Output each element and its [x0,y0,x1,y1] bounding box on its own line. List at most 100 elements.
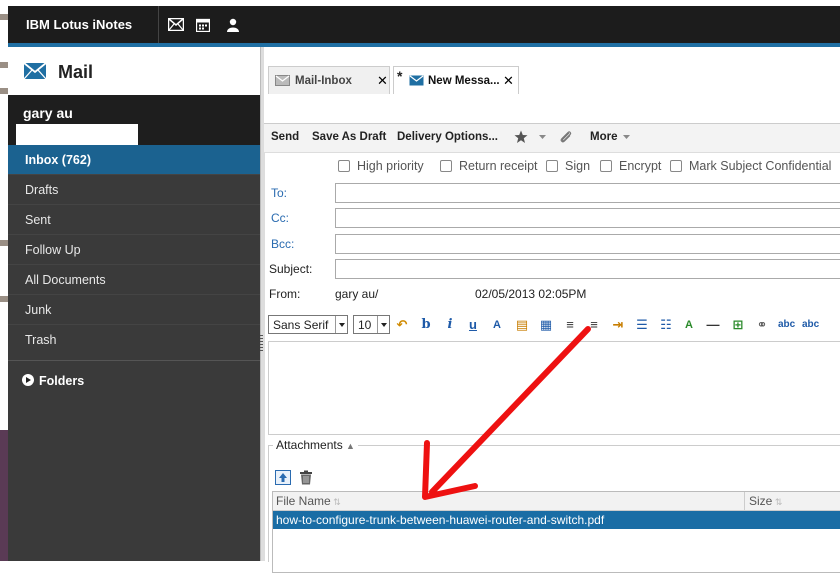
font-size-select[interactable]: 10 [353,315,390,334]
cc-label[interactable]: Cc: [271,211,289,225]
attachments-fieldset: Attachments ▲ File Name ⇅ Size ⇅ how-to-… [268,438,840,573]
sort-icon: ⇅ [330,497,341,507]
desktop-glyph [0,88,8,94]
align-left-icon[interactable]: ≡ [562,317,578,333]
date-value: 02/05/2013 02:05PM [475,287,587,301]
paperclip-icon[interactable] [559,130,573,144]
sort-icon: ⇅ [772,497,783,507]
folders-label: Folders [39,374,85,388]
mark-confidential-checkbox[interactable] [670,160,682,172]
insert-icon[interactable]: ⊞ [730,317,746,333]
undo-icon[interactable]: ↶ [394,317,410,333]
folders-toggle[interactable]: Folders [8,360,260,399]
size-header-text: Size [749,494,773,508]
from-label: From: [269,287,301,301]
app-top-bar: IBM Lotus iNotes [8,6,840,43]
app-title: IBM Lotus iNotes [26,17,133,32]
highlight-icon[interactable]: ▤ [514,317,530,333]
close-icon[interactable]: ✕ [503,73,514,89]
tab-label: New Messa... [428,75,500,87]
cc-field[interactable] [335,208,840,228]
sidebar: gary au Inbox (762) Drafts Sent Follow U… [8,95,260,561]
attachment-actions [275,470,313,488]
message-body-editor[interactable] [268,341,840,435]
sidebar-item-sent[interactable]: Sent [8,205,260,235]
font-family-select[interactable]: Sans Serif [268,315,348,334]
italic-icon[interactable]: i [442,317,458,333]
return-receipt-checkbox[interactable] [440,160,452,172]
sidebar-item-follow-up[interactable]: Follow Up [8,235,260,265]
more-button[interactable]: More [590,131,617,143]
text-color-icon[interactable]: A [489,317,505,333]
chevron-down-icon[interactable] [539,135,546,139]
from-value: gary au/ [335,287,379,301]
attachments-legend-text: Attachments [276,438,343,452]
underline-icon[interactable]: u [465,317,481,333]
sign-checkbox[interactable] [546,160,558,172]
align-right-icon[interactable]: ≡ [586,317,602,333]
tab-new-message[interactable]: * New Messa... ✕ [393,66,519,94]
spellcheck-icon[interactable]: abc [778,317,795,333]
upload-icon[interactable] [275,470,291,485]
close-icon[interactable]: ✕ [377,73,388,89]
sidebar-item-drafts[interactable]: Drafts [8,175,260,205]
redacted-box [16,124,138,145]
indent-icon[interactable]: ⇥ [610,317,626,333]
save-as-draft-button[interactable]: Save As Draft [312,131,386,143]
splitter-grip[interactable] [260,335,263,351]
font-family-value: Sans Serif [273,318,329,332]
send-button[interactable]: Send [271,131,299,143]
sidebar-item-all-documents[interactable]: All Documents [8,265,260,295]
link-icon[interactable]: ⚭ [754,317,770,333]
user-name: gary au [23,105,73,121]
bold-icon[interactable]: b [418,317,434,333]
tab-bar: Mail-Inbox ✕ * New Messa... ✕ [264,47,840,95]
mail-header: Mail [8,47,260,95]
paragraph-style-icon[interactable]: ▦ [538,317,554,333]
high-priority-checkbox[interactable] [338,160,350,172]
bcc-label[interactable]: Bcc: [271,237,294,251]
calendar-app-button[interactable] [186,6,220,43]
to-label[interactable]: To: [271,186,287,200]
attachments-legend[interactable]: Attachments ▲ [273,438,358,452]
desktop-glyph [0,296,8,302]
delivery-options-button[interactable]: Delivery Options... [397,131,498,143]
horizontal-rule-icon[interactable]: — [705,317,721,333]
star-icon[interactable] [514,130,528,144]
high-priority-label: High priority [357,159,424,173]
mail-section-title: Mail [58,62,94,82]
size-column-header[interactable]: Size ⇅ [744,492,782,512]
file-name-column-header[interactable]: File Name ⇅ [276,494,341,508]
envelope-icon [275,75,290,86]
sidebar-item-junk[interactable]: Junk [8,295,260,325]
attachment-file-name: how-to-configure-trunk-between-huawei-ro… [276,513,605,527]
numbered-list-icon[interactable]: ☷ [658,317,674,333]
spellcheck-options-icon[interactable]: abc [802,317,819,333]
bcc-field[interactable] [335,234,840,254]
to-field[interactable] [335,183,840,203]
compose-toolbar: Send Save As Draft Delivery Options... M… [264,124,840,153]
font-size-icon[interactable]: A [681,317,697,333]
sidebar-item-trash[interactable]: Trash [8,325,260,355]
bullet-list-icon[interactable]: ☰ [634,317,650,333]
mail-envelope-icon [23,62,47,80]
attachments-grid-header: File Name ⇅ Size ⇅ [273,492,840,512]
contacts-app-button[interactable] [216,6,250,43]
trash-icon[interactable] [299,470,313,485]
subject-field[interactable] [335,259,840,279]
modified-marker: * [397,68,403,84]
sidebar-item-inbox[interactable]: Inbox (762) [8,145,260,175]
file-name-header-text: File Name [276,494,331,508]
tab-mail-inbox[interactable]: Mail-Inbox ✕ [268,66,390,94]
desktop-glyph [0,14,8,20]
table-row[interactable]: how-to-configure-trunk-between-huawei-ro… [273,511,840,529]
desktop-strip [0,0,8,561]
mark-confidential-label: Mark Subject Confidential [689,159,832,173]
desktop-glyph [0,240,8,246]
envelope-icon [409,75,424,86]
encrypt-checkbox[interactable] [600,160,612,172]
encrypt-label: Encrypt [619,159,662,173]
chevron-down-icon[interactable] [623,135,630,139]
rich-text-toolbar: Sans Serif 10 ↶ b i u A ▤ ▦ ≡ ≡ ⇥ ☰ ☷ A … [268,314,840,338]
envelope-icon [168,18,184,31]
